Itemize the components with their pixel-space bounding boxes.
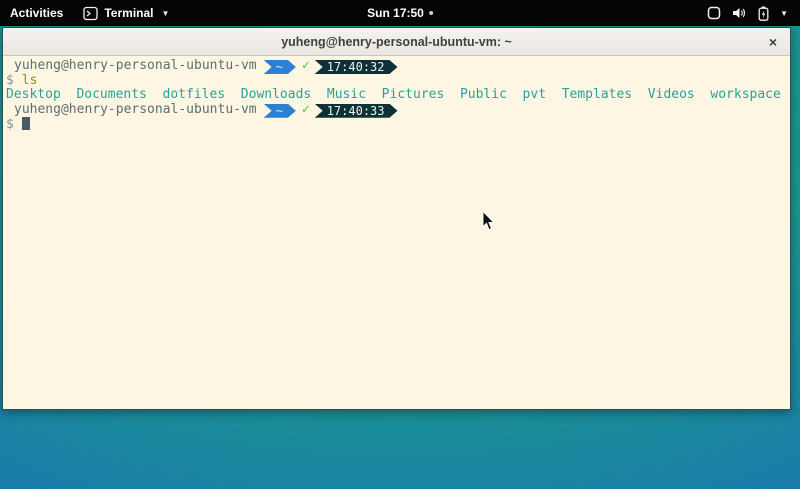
terminal-cursor <box>22 117 30 130</box>
top-bar-left: Activities Terminal ▼ <box>0 0 179 26</box>
terminal-window: yuheng@henry-personal-ubuntu-vm: ~ × yuh… <box>2 27 791 410</box>
prompt-line-1: yuheng@henry-personal-ubuntu-vm ~ ✓ 17:40:3… <box>6 59 788 74</box>
screen-icon <box>707 6 721 20</box>
app-menu-terminal[interactable]: Terminal ▼ <box>73 0 179 26</box>
user-host-text: yuheng@henry-personal-ubuntu-vm <box>14 102 257 117</box>
time-segment: 17:40:33 <box>315 104 398 118</box>
prompt-symbol: $ <box>6 117 14 132</box>
app-menu-label: Terminal <box>104 6 153 20</box>
top-bar: Activities Terminal ▼ Sun 17:50 <box>0 0 800 26</box>
notification-dot-icon <box>429 11 433 15</box>
command-text: ls <box>22 73 38 88</box>
volume-icon <box>732 6 747 20</box>
cwd-segment: ~ <box>264 104 296 118</box>
status-check-icon: ✓ <box>302 102 310 117</box>
battery-charging-icon <box>758 6 769 21</box>
prompt-symbol: $ <box>6 73 14 88</box>
window-title: yuheng@henry-personal-ubuntu-vm: ~ <box>281 35 512 49</box>
close-button[interactable]: × <box>764 33 782 51</box>
user-host-text: yuheng@henry-personal-ubuntu-vm <box>14 58 257 73</box>
clock-button[interactable]: Sun 17:50 <box>367 0 433 26</box>
time-segment: 17:40:32 <box>315 60 398 74</box>
prompt-line-2: yuheng@henry-personal-ubuntu-vm ~ ✓ 17:40:3… <box>6 103 788 118</box>
activities-button[interactable]: Activities <box>0 0 73 26</box>
system-status-area[interactable]: ▼ <box>695 0 800 26</box>
cwd-segment: ~ <box>264 60 296 74</box>
titlebar[interactable]: yuheng@henry-personal-ubuntu-vm: ~ × <box>3 28 790 56</box>
terminal-content[interactable]: yuheng@henry-personal-ubuntu-vm ~ ✓ 17:40:3… <box>3 56 790 409</box>
time-text: 17:40:33 <box>327 104 385 118</box>
terminal-app-icon <box>83 6 98 21</box>
cwd-text: ~ <box>276 60 283 74</box>
command-line: $ ls <box>6 74 788 89</box>
cwd-text: ~ <box>276 104 283 118</box>
input-line[interactable]: $ <box>6 117 788 132</box>
clock-label: Sun 17:50 <box>367 6 424 20</box>
chevron-down-icon: ▼ <box>780 9 788 18</box>
ls-output-line: Desktop Documents dotfiles Downloads Mus… <box>6 88 788 103</box>
status-check-icon: ✓ <box>302 58 310 73</box>
time-text: 17:40:32 <box>327 60 385 74</box>
chevron-down-icon: ▼ <box>161 9 169 18</box>
